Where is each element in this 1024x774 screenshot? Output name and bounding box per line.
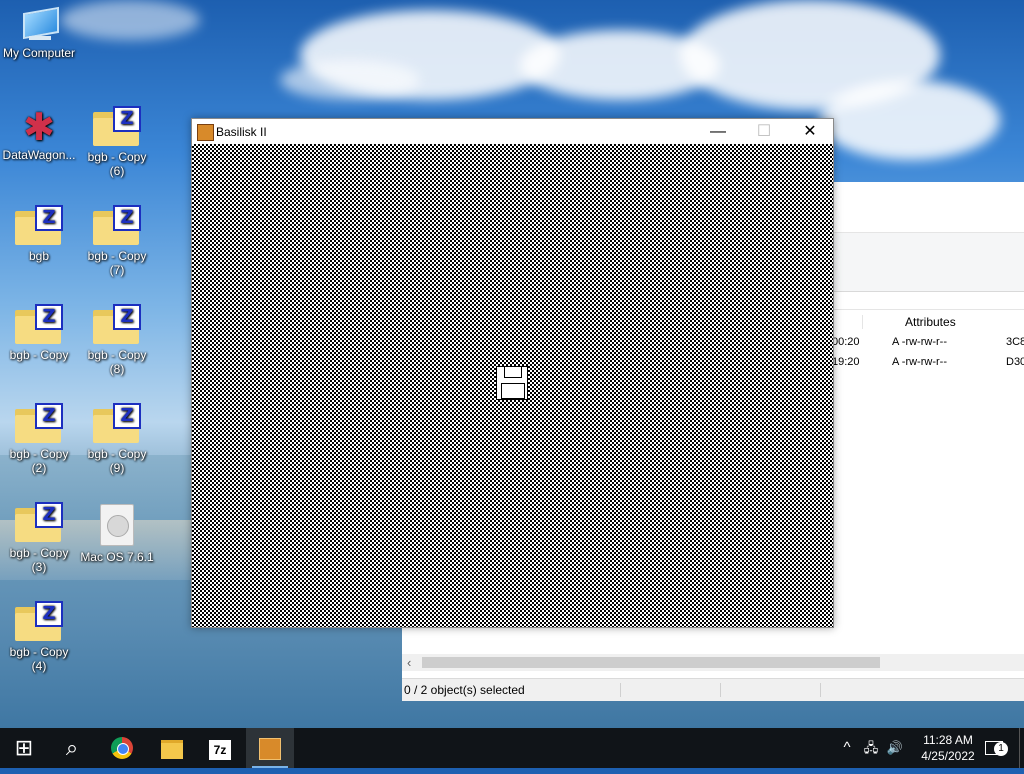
notification-count-badge: 1	[994, 742, 1008, 756]
search-icon: ⌕	[65, 735, 79, 760]
chrome-icon	[111, 737, 133, 759]
basilisk-icon	[259, 738, 281, 760]
horizontal-scrollbar[interactable]: ‹	[402, 654, 1024, 671]
close-button[interactable]: ✕	[787, 119, 833, 144]
folder-icon	[161, 740, 183, 759]
window-title: Basilisk II	[216, 125, 267, 139]
taskbar-file-explorer[interactable]	[148, 728, 196, 768]
desktop-icon-label: bgb - Copy (8)	[87, 348, 147, 376]
desktop-icon-bgb[interactable]: Z bgb	[1, 205, 77, 263]
zip-folder-icon: Z	[93, 304, 141, 344]
row-crc: D30	[1006, 356, 1024, 368]
minimize-button[interactable]: —	[695, 119, 741, 144]
clock-time: 11:28 AM	[923, 733, 973, 747]
zip-folder-icon: Z	[15, 304, 63, 344]
zip-folder-icon: Z	[15, 502, 63, 542]
desktop-icon-label: bgb - Copy	[9, 348, 69, 362]
clock-date: 4/25/2022	[921, 749, 975, 763]
zip-folder-icon: Z	[15, 205, 63, 245]
taskbar-chrome[interactable]	[98, 728, 146, 768]
zip-folder-icon: Z	[93, 205, 141, 245]
7zip-icon: 7z	[209, 740, 231, 760]
desktop-icon-bgb-copy-8[interactable]: Z bgb - Copy (8)	[79, 304, 155, 376]
emulator-screen[interactable]	[192, 144, 833, 627]
volume-icon[interactable]: 🔊	[884, 728, 906, 768]
column-header-attributes[interactable]: Attributes	[905, 315, 956, 329]
status-bar: 0 / 2 object(s) selected	[402, 678, 1024, 701]
scroll-left-arrow-icon[interactable]: ‹	[407, 654, 411, 671]
desktop-icon-bgb-copy-6[interactable]: Z bgb - Copy (6)	[79, 106, 155, 178]
desktop-icon-bgb-copy-2[interactable]: Z bgb - Copy (2)	[1, 403, 77, 475]
desktop-icon-label: bgb - Copy (4)	[9, 645, 69, 673]
row-attributes: A -rw-rw-r--	[892, 356, 947, 368]
basilisk-window[interactable]: Basilisk II — ☐ ✕	[191, 118, 834, 628]
desktop-icon-mac-os[interactable]: Mac OS 7.6.1	[79, 504, 155, 564]
basilisk-titlebar[interactable]: Basilisk II — ☐ ✕	[192, 119, 833, 144]
zip-folder-icon: Z	[15, 601, 63, 641]
row-time: 19:20	[832, 356, 860, 368]
desktop-icon-label: bgb - Copy (7)	[87, 249, 147, 277]
search-button[interactable]: ⌕	[48, 728, 96, 768]
notification-center-button[interactable]: 1	[980, 728, 1008, 768]
windows-logo-icon: ⊞	[14, 735, 34, 760]
selection-status: 0 / 2 object(s) selected	[404, 683, 525, 697]
zip-folder-icon: Z	[15, 403, 63, 443]
desktop-icon-label: bgb - Copy (3)	[9, 546, 69, 574]
zip-folder-icon: Z	[93, 403, 141, 443]
network-icon[interactable]: 🖧	[860, 728, 882, 768]
basilisk-app-icon	[197, 124, 214, 141]
taskbar-7zip[interactable]: 7z	[196, 728, 244, 768]
datawagon-star-icon: ✱	[23, 107, 55, 149]
desktop-icon-label: bgb - Copy (9)	[87, 447, 147, 475]
computer-icon	[19, 6, 59, 42]
desktop-icon-my-computer[interactable]: My Computer	[1, 6, 77, 60]
desktop-icon-bgb-copy[interactable]: Z bgb - Copy	[1, 304, 77, 362]
desktop-icon-label: bgb	[28, 249, 50, 263]
taskbar: ⊞ ⌕ 7z ^ 🖧 🔊 11:28 AM 4/25/2022 1	[0, 728, 1024, 768]
scrollbar-thumb[interactable]	[422, 657, 880, 668]
disk-image-icon	[100, 504, 134, 546]
row-crc: 3C8	[1006, 336, 1024, 348]
desktop-icon-label: Mac OS 7.6.1	[80, 550, 154, 564]
system-clock[interactable]: 11:28 AM 4/25/2022	[908, 732, 988, 764]
row-time: 00:20	[832, 336, 860, 348]
taskbar-basilisk[interactable]	[246, 728, 294, 768]
desktop-icon-label: bgb - Copy (2)	[9, 447, 69, 475]
desktop-icon-label: My Computer	[2, 46, 76, 60]
desktop-icon-bgb-copy-4[interactable]: Z bgb - Copy (4)	[1, 601, 77, 673]
floppy-disk-icon	[496, 366, 528, 400]
start-button[interactable]: ⊞	[0, 728, 48, 768]
desktop-icon-bgb-copy-7[interactable]: Z bgb - Copy (7)	[79, 205, 155, 277]
desktop-icon-label: bgb - Copy (6)	[87, 150, 147, 178]
show-desktop-button[interactable]	[1019, 728, 1024, 768]
zip-folder-icon: Z	[93, 106, 141, 146]
desktop-icon-label: DataWagon...	[2, 148, 76, 162]
show-hidden-icons-chevron-icon[interactable]: ^	[838, 728, 856, 768]
desktop-icon-bgb-copy-3[interactable]: Z bgb - Copy (3)	[1, 502, 77, 574]
maximize-button: ☐	[756, 123, 772, 140]
row-attributes: A -rw-rw-r--	[892, 336, 947, 348]
desktop-icon-bgb-copy-9[interactable]: Z bgb - Copy (9)	[79, 403, 155, 475]
desktop-icon-datawagon[interactable]: ✱ DataWagon...	[1, 108, 77, 162]
